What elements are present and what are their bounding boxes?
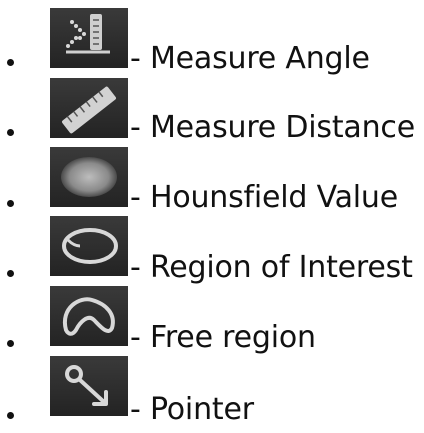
tool-item-measure-distance: - Measure Distance	[0, 70, 424, 145]
tool-item-measure-angle: - Measure Angle	[0, 0, 424, 76]
bullet	[7, 270, 14, 277]
tool-list: - Measure Angle - Measure Distance - Hou…	[0, 0, 424, 433]
measure-distance-icon[interactable]	[50, 78, 128, 138]
measure-angle-icon[interactable]	[50, 8, 128, 68]
tool-label: - Pointer	[130, 392, 254, 427]
pointer-icon[interactable]	[50, 356, 128, 416]
tool-item-region-of-interest: - Region of Interest	[0, 210, 424, 285]
region-of-interest-icon[interactable]	[50, 216, 128, 276]
tool-item-pointer: - Pointer	[0, 350, 424, 427]
bullet	[7, 412, 14, 419]
tool-item-hounsfield-value: - Hounsfield Value	[0, 140, 424, 215]
tool-item-free-region: - Free region	[0, 280, 424, 355]
bullet	[7, 200, 14, 207]
bullet	[7, 129, 14, 136]
free-region-icon[interactable]	[50, 286, 128, 346]
hounsfield-value-icon[interactable]	[50, 147, 128, 207]
bullet	[7, 59, 14, 66]
bullet	[7, 340, 14, 347]
